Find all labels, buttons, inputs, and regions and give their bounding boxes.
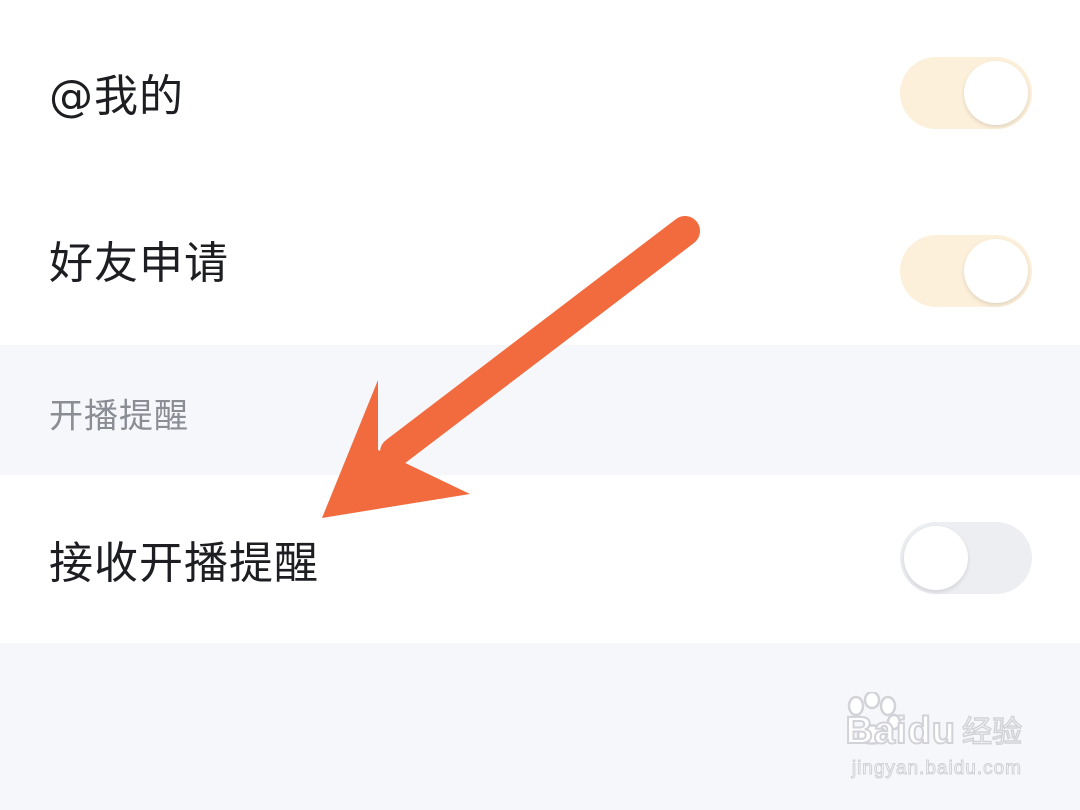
toggle-knob: [904, 526, 968, 590]
toggle-knob: [964, 239, 1028, 303]
watermark-logo: Baidu 经验: [844, 710, 1023, 752]
section-header-live-reminders: 开播提醒: [0, 345, 1080, 475]
setting-label-mentions: @我的: [49, 71, 184, 122]
watermark-brand: Baidu: [844, 710, 956, 752]
section-title: 开播提醒: [49, 396, 189, 437]
watermark-sub: 经验: [961, 715, 1023, 750]
setting-row-friend-requests[interactable]: 好友申请: [0, 178, 1080, 345]
setting-row-receive-live-reminders[interactable]: 接收开播提醒: [0, 475, 1080, 643]
friend-requests-toggle[interactable]: [900, 235, 1032, 307]
watermark-url: jingyan.baidu.com: [851, 758, 1022, 780]
setting-label-receive-live-reminders: 接收开播提醒: [49, 538, 319, 589]
setting-row-mentions[interactable]: @我的: [0, 0, 1080, 178]
setting-label-friend-requests: 好友申请: [49, 238, 229, 289]
top-settings-group: @我的 好友申请: [0, 0, 1080, 345]
receive-live-reminders-toggle[interactable]: [900, 522, 1032, 594]
notification-settings-screen: @我的 好友申请 开播提醒 接收开播提醒 Baidu 经验 jingyan.ba…: [0, 0, 1080, 810]
baidu-jingyan-watermark: Baidu 经验 jingyan.baidu.com: [822, 692, 1023, 782]
mentions-toggle[interactable]: [900, 57, 1032, 129]
toggle-knob: [964, 61, 1028, 125]
live-reminder-group: 接收开播提醒: [0, 475, 1080, 643]
